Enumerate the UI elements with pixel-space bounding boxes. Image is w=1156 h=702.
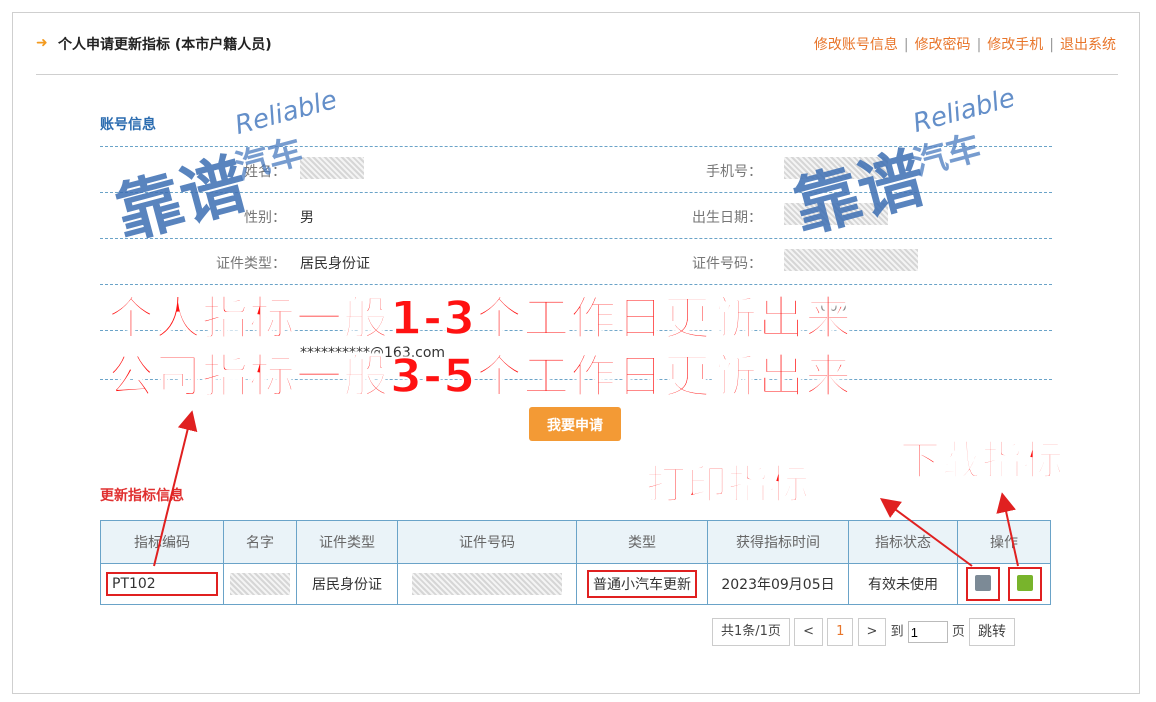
download-arrow-icon [1017, 575, 1033, 591]
id-number-value-masked [784, 249, 918, 271]
indicator-code: PT102 [106, 572, 218, 596]
logout-link[interactable]: 退出系统 [1060, 37, 1116, 53]
col-name: 名字 [223, 520, 297, 564]
col-date: 获得指标时间 [707, 520, 849, 564]
id-number-cell-masked [397, 563, 577, 605]
obtained-date: 2023年09月05日 [707, 563, 849, 605]
id-type-label: 证件类型： [216, 256, 286, 272]
id-type-cell: 居民身份证 [296, 563, 398, 605]
pager-prev[interactable]: < [794, 618, 823, 646]
id-number-label: 证件号码： [692, 256, 762, 272]
pager-total: 共1条/1页 [712, 618, 790, 646]
annotation-company-timeline: 公司指标一般3-5个工作日更新出来 [107, 348, 853, 404]
download-button[interactable] [1008, 567, 1042, 601]
header-divider [36, 74, 1118, 75]
table-row: PT102 居民身份证 普通小汽车更新 2023年09月05日 有效未使用 [100, 563, 1051, 605]
pagination: 共1条/1页 < 1 > 到 页 跳转 [712, 618, 1016, 646]
account-section-title: 账号信息 [100, 117, 156, 133]
phone-label: 手机号： [706, 164, 762, 180]
change-phone-link[interactable]: 修改手机 [987, 37, 1043, 53]
col-type: 类型 [576, 520, 708, 564]
update-section-title: 更新指标信息 [100, 488, 184, 504]
annotation-print: 打印指标 [645, 461, 810, 509]
name-value-masked [300, 157, 364, 179]
pager-current[interactable]: 1 [827, 618, 854, 646]
change-password-link[interactable]: 修改密码 [915, 37, 971, 53]
col-id-type: 证件类型 [296, 520, 398, 564]
indicator-type: 普通小汽车更新 [587, 570, 697, 598]
annotation-download: 下载指标 [899, 437, 1064, 485]
col-status: 指标状态 [848, 520, 958, 564]
col-code: 指标编码 [100, 520, 224, 564]
table-header-row: 指标编码 名字 证件类型 证件号码 类型 获得指标时间 指标状态 操作 [100, 520, 1051, 564]
pager-jump-button[interactable]: 跳转 [969, 618, 1016, 646]
page-title: 个人申请更新指标 (本市户籍人员) [58, 37, 272, 53]
printer-icon [975, 575, 991, 591]
annotation-personal-timeline: 个人指标一般1-3个工作日更新出来 [107, 290, 853, 346]
indicator-table: 指标编码 名字 证件类型 证件号码 类型 获得指标时间 指标状态 操作 PT10… [100, 520, 1051, 605]
arrow-icon: ➜ [36, 35, 48, 51]
edit-account-link[interactable]: 修改账号信息 [814, 37, 898, 53]
col-actions: 操作 [957, 520, 1051, 564]
pager-page-unit: 页 [951, 624, 965, 640]
apply-button[interactable]: 我要申请 [529, 407, 621, 441]
pager-goto-label: 到 [890, 624, 904, 640]
name-cell-masked [223, 563, 297, 605]
gender-value: 男 [300, 210, 314, 226]
page-header: ➜ 个人申请更新指标 (本市户籍人员) 修改账号信息 | 修改密码 | 修改手机 | 退出系… [36, 34, 1116, 58]
print-button[interactable] [966, 567, 1000, 601]
pager-next[interactable]: > [857, 618, 887, 646]
indicator-status: 有效未使用 [848, 563, 958, 605]
info-row-id: 证件类型： 居民身份证 证件号码： [100, 238, 1052, 285]
header-links: 修改账号信息 | 修改密码 | 修改手机 | 退出系统 [813, 37, 1116, 53]
id-type-value: 居民身份证 [300, 256, 370, 272]
birthdate-label: 出生日期： [692, 210, 762, 226]
col-id-number: 证件号码 [397, 520, 577, 564]
pager-goto-input[interactable] [907, 621, 948, 643]
